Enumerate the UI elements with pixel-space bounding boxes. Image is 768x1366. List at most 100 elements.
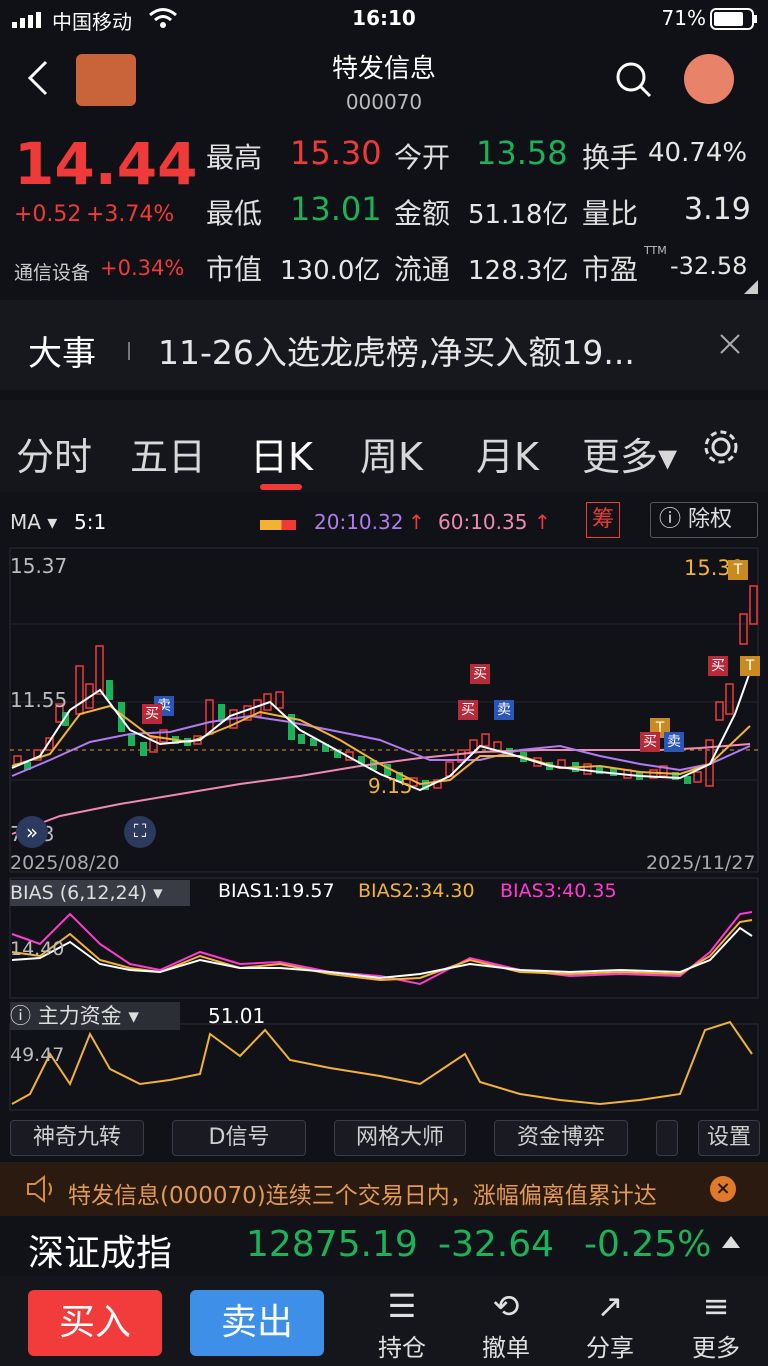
news-text: 11-26入选龙虎榜,净买入额19... [158, 333, 635, 372]
buy-marker[interactable]: 买 [708, 656, 728, 676]
chevron-down-icon: ▾ [128, 1004, 139, 1028]
gear-icon[interactable] [702, 428, 740, 470]
search-icon[interactable] [614, 60, 654, 104]
index-pct: -0.25% [584, 1224, 712, 1265]
battery-percent: 71% [661, 6, 706, 30]
index-change: -32.64 [438, 1224, 555, 1265]
kline-svg[interactable] [0, 494, 768, 1154]
pe-ttm-tag: TTM [644, 244, 667, 257]
date-start: 2025/08/20 [10, 852, 120, 874]
clock: 16:10 [352, 6, 416, 30]
feature-buttons: 神奇九转 D信号 网格大师 资金博弈 设置 [0, 1116, 768, 1160]
status-bar: 中国移动 16:10 71% [0, 0, 768, 40]
close-icon[interactable] [718, 332, 742, 360]
bias-y-label: 14.40 [10, 938, 65, 960]
mktcap-value: 130.0亿 [280, 256, 381, 286]
low-label: 最低 [206, 197, 263, 230]
avatar[interactable] [684, 54, 734, 104]
amount-label: 金额 [394, 197, 451, 230]
sell-marker[interactable]: 卖 [494, 700, 514, 720]
tab-intraday[interactable]: 分时 [16, 426, 92, 481]
bias1-value: BIAS1:19.57 [218, 880, 335, 902]
sell-button[interactable]: 卖出 [190, 1290, 324, 1356]
fund-selector[interactable]: ⓘ 主力资金 ▾ [10, 1002, 180, 1030]
sell-marker[interactable]: 卖 [664, 732, 684, 752]
bias-label: BIAS (6,12,24) [10, 882, 148, 904]
high-value: 15.30 [290, 134, 382, 172]
news-banner[interactable]: 大事 11-26入选龙虎榜,净买入额19... [0, 300, 768, 390]
candle [715, 701, 724, 721]
chevron-up-icon[interactable] [722, 1236, 740, 1248]
share-button[interactable]: ↗ 分享 [570, 1284, 650, 1363]
fund-y-label: 49.47 [10, 1044, 65, 1066]
settings-button[interactable]: 设置 [698, 1120, 760, 1156]
date-end: 2025/11/27 [646, 852, 756, 874]
close-icon[interactable]: × [710, 1176, 736, 1202]
candle [298, 734, 305, 744]
t-marker[interactable]: T [740, 656, 760, 676]
index-ticker[interactable]: 深证成指 12875.19 -32.64 -0.25% [0, 1216, 768, 1274]
hold-button[interactable]: ☰ 持仓 [362, 1284, 442, 1363]
candle [684, 776, 691, 784]
low-value: 13.01 [290, 190, 382, 228]
tab-five-day[interactable]: 五日 [130, 426, 206, 481]
grid-master-button[interactable]: 网格大师 [334, 1120, 466, 1156]
chevron-down-icon: ▾ [153, 882, 163, 904]
news-tag: 大事 [28, 334, 96, 374]
candle [205, 699, 214, 735]
tab-weekly-k[interactable]: 周K [360, 426, 423, 481]
expand-corner-icon[interactable] [744, 280, 758, 294]
sector-name[interactable]: 通信设备 [14, 258, 90, 285]
bottom-toolbar: 买入 卖出 ☰ 持仓 ⟲ 撤单 ↗ 分享 ≡ 更多 [0, 1276, 768, 1366]
buy-marker[interactable]: 买 [142, 704, 162, 724]
index-name: 深证成指 [28, 1233, 173, 1274]
d-signal-button[interactable]: D信号 [172, 1120, 306, 1156]
vol-ratio-label: 量比 [582, 197, 639, 230]
float-value: 128.3亿 [468, 256, 569, 286]
mktcap-label: 市值 [206, 253, 263, 286]
hold-label: 持仓 [378, 1334, 426, 1362]
nine-turn-button[interactable]: 神奇九转 [10, 1120, 144, 1156]
turnover-value: 40.74% [648, 138, 748, 168]
scroll-left-icon[interactable]: » [16, 816, 48, 848]
open-value: 13.58 [476, 134, 568, 172]
y-mid-label: 11.55 [10, 688, 68, 712]
candle [140, 742, 147, 756]
more-button[interactable]: ≡ 更多 [676, 1284, 756, 1363]
candle [739, 613, 748, 645]
t-marker[interactable]: T [728, 560, 748, 580]
fullscreen-icon[interactable]: ⛶ [124, 816, 156, 848]
alert-banner[interactable]: 特发信息(000070)连续三个交易日内，涨幅偏离值累计达 × [0, 1162, 768, 1216]
current-price: 14.44 [14, 130, 198, 198]
buy-marker[interactable]: 买 [458, 700, 478, 720]
menu-icon: ≡ [702, 1287, 730, 1325]
kline-chart-area: MA ▾ 5:1 20:10.32 ↑ 60:10.35 ↑ 筹 ⓘ 除权 15… [0, 494, 768, 1154]
undo-icon: ⟲ [492, 1287, 520, 1325]
open-label: 今开 [394, 141, 451, 174]
more-label: 更多 [692, 1334, 740, 1362]
bias-selector[interactable]: BIAS (6,12,24) ▾ [10, 880, 190, 906]
candle [749, 585, 758, 625]
tab-monthly-k[interactable]: 月K [476, 426, 539, 481]
news-divider [128, 342, 130, 360]
tab-more[interactable]: 更多▾ [582, 426, 677, 481]
low-price-mark: 9.15 [368, 774, 413, 798]
buy-marker[interactable]: 买 [470, 664, 490, 684]
active-tab-indicator [260, 484, 302, 490]
cancel-order-button[interactable]: ⟲ 撤单 [466, 1284, 546, 1363]
fund-game-button[interactable]: 资金博弈 [494, 1120, 628, 1156]
more-feature-button[interactable] [656, 1120, 678, 1156]
price-change: +0.52 [14, 202, 82, 227]
tab-daily-k[interactable]: 日K [250, 426, 313, 481]
high-label: 最高 [206, 141, 263, 174]
cancel-label: 撤单 [482, 1334, 530, 1362]
buy-marker[interactable]: 买 [640, 732, 660, 752]
period-tabs: 分时 五日 日K 周K 月K 更多▾ [0, 400, 768, 492]
candle [583, 763, 592, 775]
info-icon: ⓘ [10, 1004, 31, 1028]
battery-icon [710, 8, 758, 34]
share-label: 分享 [586, 1334, 634, 1362]
pe-label: 市盈 [582, 253, 639, 286]
candle [106, 680, 113, 700]
buy-button[interactable]: 买入 [28, 1290, 162, 1356]
